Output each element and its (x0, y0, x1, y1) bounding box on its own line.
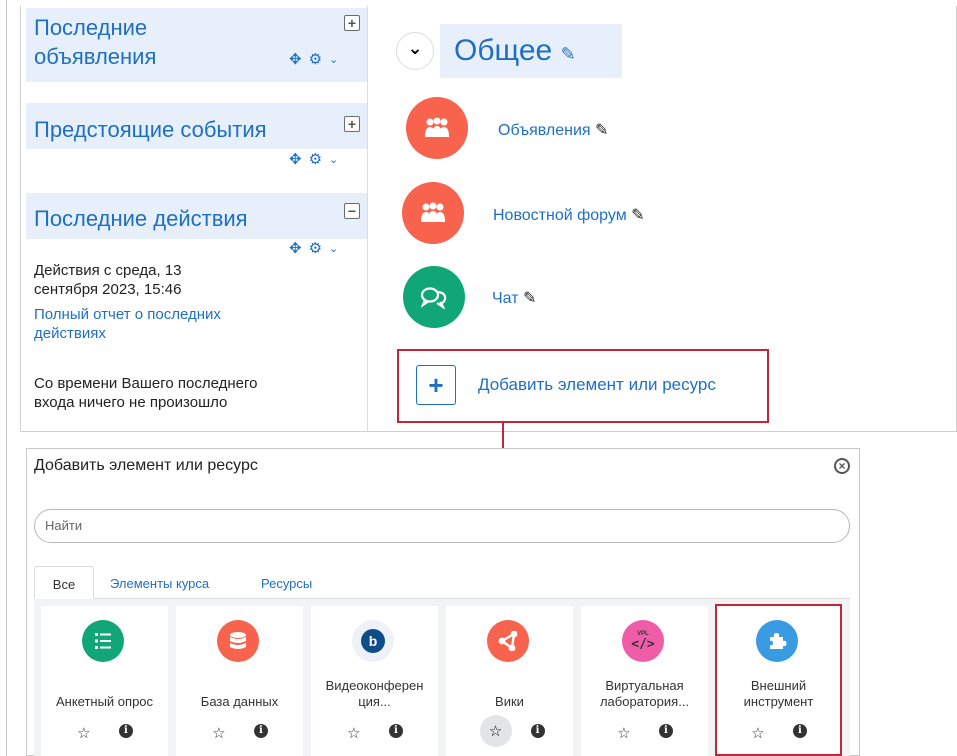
star-icon[interactable]: ☆ (77, 724, 90, 742)
tab-resources[interactable]: Ресурсы (261, 576, 312, 591)
bigbluebutton-icon: b (352, 620, 394, 662)
events-block-title: Предстоящие события (34, 117, 267, 142)
full-report-link[interactable]: Полный отчет о последних действиях (34, 305, 221, 343)
chooser-card-database[interactable]: База данных ☆ i (176, 606, 303, 756)
activity-chat[interactable]: Чат ✎ (492, 288, 536, 308)
card-footer: ☆ i (470, 714, 554, 748)
recent-block-title: Последние действия (34, 206, 248, 231)
info-icon[interactable]: i (253, 724, 268, 738)
gear-icon[interactable]: ⚙ (309, 239, 322, 257)
card-name: Внешний инструмент (743, 678, 814, 709)
recent-block-controls: ✥ ⚙ ⌄ (289, 239, 338, 257)
move-icon[interactable]: ✥ (289, 50, 302, 68)
activity-announcements[interactable]: Объявления ✎ (498, 120, 608, 140)
section-title: Общее ✎ (454, 34, 576, 67)
chevron-down-icon: ⌄ (407, 38, 423, 58)
star-icon[interactable]: ☆ (212, 724, 225, 742)
nothing-happened-text: Со времени Вашего последнего входа ничег… (34, 375, 258, 411)
gear-icon[interactable]: ⚙ (309, 150, 322, 168)
card-name: Вики (495, 694, 524, 709)
tab-all[interactable]: Все (34, 566, 94, 599)
card-name: Анкетный опрос (55, 694, 154, 709)
pencil-icon[interactable]: ✎ (631, 207, 644, 224)
pencil-icon[interactable]: ✎ (595, 122, 608, 139)
info-icon[interactable]: i (118, 724, 133, 738)
news-block-title: Последние объявления (34, 15, 157, 69)
star-icon[interactable]: ☆ (617, 724, 630, 742)
chooser-card-wiki[interactable]: Вики ☆ i (446, 606, 573, 756)
section-collapse-button[interactable]: ⌄ (396, 32, 434, 70)
gear-icon[interactable]: ⚙ (309, 50, 322, 68)
move-icon[interactable]: ✥ (289, 150, 302, 168)
add-activity-plus-icon[interactable]: + (416, 365, 456, 405)
chooser-card-external-tool[interactable]: Внешний инструмент ☆ i (715, 604, 842, 756)
block-collapse-icon[interactable]: − (344, 203, 360, 219)
news-block-controls: ✥ ⚙ ⌄ (289, 50, 338, 68)
block-dock-icon[interactable]: + (344, 15, 360, 31)
move-icon[interactable]: ✥ (289, 239, 302, 257)
chevron-down-icon[interactable]: ⌄ (329, 53, 338, 66)
add-activity-link[interactable]: Добавить элемент или ресурс (478, 375, 716, 395)
chevron-down-icon[interactable]: ⌄ (329, 242, 338, 255)
list-icon (82, 620, 124, 662)
connector-line (502, 423, 504, 450)
tab-activities[interactable]: Элементы курса (110, 576, 209, 591)
card-footer: ☆ i (603, 724, 687, 742)
info-icon[interactable]: i (658, 724, 673, 738)
announcements-forum-icon (406, 97, 468, 159)
chevron-down-icon[interactable]: ⌄ (329, 153, 338, 166)
card-name: Виртуальная лаборатория... (599, 678, 690, 709)
database-icon (217, 620, 259, 662)
search-input[interactable]: Найти (34, 509, 850, 543)
star-icon[interactable]: ☆ (479, 715, 512, 747)
info-icon[interactable]: i (388, 724, 403, 738)
recent-since-text: Действия с среда, 13 сентября 2023, 15:4… (34, 262, 182, 298)
pencil-icon[interactable]: ✎ (523, 290, 536, 307)
events-block-controls: ✥ ⚙ ⌄ (289, 150, 338, 168)
chooser-card-vpl[interactable]: VPL </> Виртуальная лаборатория... ☆ i (581, 606, 708, 756)
vpl-icon: VPL </> (622, 620, 664, 662)
star-icon[interactable]: ☆ (347, 724, 360, 742)
modal-title: Добавить элемент или ресурс (34, 457, 258, 474)
puzzle-icon (756, 620, 798, 662)
info-icon[interactable]: i (530, 724, 545, 738)
card-name: Видеоконферен ция... (325, 678, 424, 709)
wiki-icon (487, 620, 529, 662)
card-footer: ☆ i (333, 724, 417, 742)
info-icon[interactable]: i (792, 724, 807, 738)
pencil-icon[interactable]: ✎ (561, 44, 576, 64)
chooser-card-videoconference[interactable]: b Видеоконферен ция... ☆ i (311, 606, 438, 756)
close-icon[interactable]: × (834, 458, 850, 474)
card-footer: ☆ i (63, 724, 147, 742)
chooser-card-questionnaire[interactable]: Анкетный опрос ☆ i (41, 606, 168, 756)
card-footer: ☆ i (737, 724, 821, 742)
card-footer: ☆ i (198, 724, 282, 742)
chat-icon (403, 266, 465, 328)
block-dock-icon[interactable]: + (344, 116, 360, 132)
star-icon[interactable]: ☆ (751, 724, 764, 742)
column-divider (367, 6, 368, 432)
activity-news-forum[interactable]: Новостной форум ✎ (493, 205, 645, 225)
news-forum-icon (402, 182, 464, 244)
card-name: База данных (200, 694, 279, 709)
